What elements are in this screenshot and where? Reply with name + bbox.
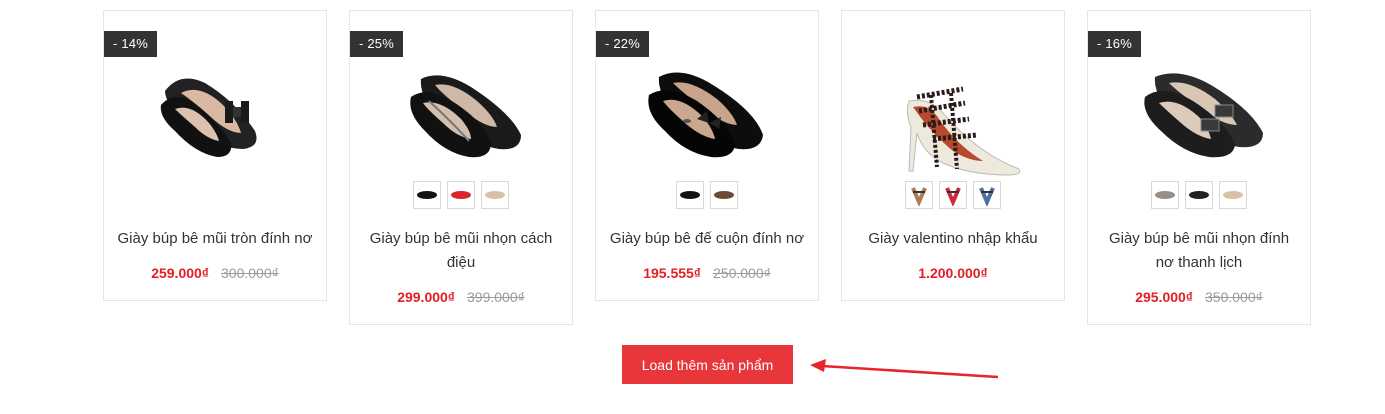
swatch-blue[interactable]	[973, 181, 1001, 209]
swatch-brown[interactable]	[710, 181, 738, 209]
color-swatches	[350, 181, 572, 209]
color-swatches	[842, 181, 1064, 209]
swatch-beige[interactable]	[1219, 181, 1247, 209]
product-name[interactable]: Giày búp bê mũi nhọn đính nơ thanh lịch	[1098, 227, 1300, 275]
discount-badge: - 22%	[596, 31, 649, 57]
product-image[interactable]	[842, 67, 1064, 177]
product-name[interactable]: Giày búp bê mũi tròn đính nơ	[114, 227, 316, 251]
load-more-button[interactable]: Load thêm sản phẩm	[622, 345, 793, 384]
product-card[interactable]: - 16% Giày búp bê mũi nhọn đính nơ thanh…	[1087, 10, 1311, 325]
sale-price: 259.000₫	[151, 265, 209, 281]
product-name[interactable]: Giày búp bê mũi nhọn cách điệu	[360, 227, 562, 275]
sale-price: 295.000₫	[1135, 289, 1193, 305]
sale-price: 195.555₫	[643, 265, 701, 281]
product-prices: 295.000₫ 350.000₫	[1088, 287, 1310, 307]
swatch-nude[interactable]	[905, 181, 933, 209]
original-price: 399.000₫	[467, 289, 525, 305]
arrow-annotation-icon	[810, 359, 999, 379]
product-prices: 299.000₫ 399.000₫	[350, 287, 572, 307]
original-price: 250.000₫	[713, 265, 771, 281]
swatch-black[interactable]	[413, 181, 441, 209]
original-price: 300.000₫	[221, 265, 279, 281]
product-image[interactable]	[1088, 61, 1310, 171]
product-name[interactable]: Giày búp bê đế cuộn đính nơ	[606, 227, 808, 251]
original-price: 350.000₫	[1205, 289, 1263, 305]
product-prices: 195.555₫ 250.000₫	[596, 263, 818, 283]
discount-badge: - 14%	[104, 31, 157, 57]
product-image[interactable]	[104, 61, 326, 171]
swatch-black[interactable]	[676, 181, 704, 209]
discount-badge: - 16%	[1088, 31, 1141, 57]
swatch-grey[interactable]	[1151, 181, 1179, 209]
product-prices: 259.000₫ 300.000₫	[104, 263, 326, 283]
swatch-black[interactable]	[1185, 181, 1213, 209]
product-prices: 1.200.000₫	[842, 263, 1064, 283]
swatch-beige[interactable]	[481, 181, 509, 209]
product-card[interactable]: - 22% Giày búp bê đế cuộn đính nơ 195.55…	[595, 10, 819, 301]
discount-badge: - 25%	[350, 31, 403, 57]
sale-price: 1.200.000₫	[918, 265, 988, 281]
product-image[interactable]	[350, 61, 572, 171]
sale-price: 299.000₫	[397, 289, 455, 305]
product-name[interactable]: Giày valentino nhập khẩu	[852, 227, 1054, 251]
color-swatches	[596, 181, 818, 209]
color-swatches	[1088, 181, 1310, 209]
swatch-red[interactable]	[447, 181, 475, 209]
swatch-red[interactable]	[939, 181, 967, 209]
product-card[interactable]: Giày valentino nhập khẩu 1.200.000₫	[841, 10, 1065, 301]
product-card[interactable]: - 14% Giày búp bê mũi tròn đính nơ 259.0…	[103, 10, 327, 301]
product-card[interactable]: - 25% Giày búp bê mũi nhọn cách điệu 299…	[349, 10, 573, 325]
product-image[interactable]	[596, 61, 818, 171]
